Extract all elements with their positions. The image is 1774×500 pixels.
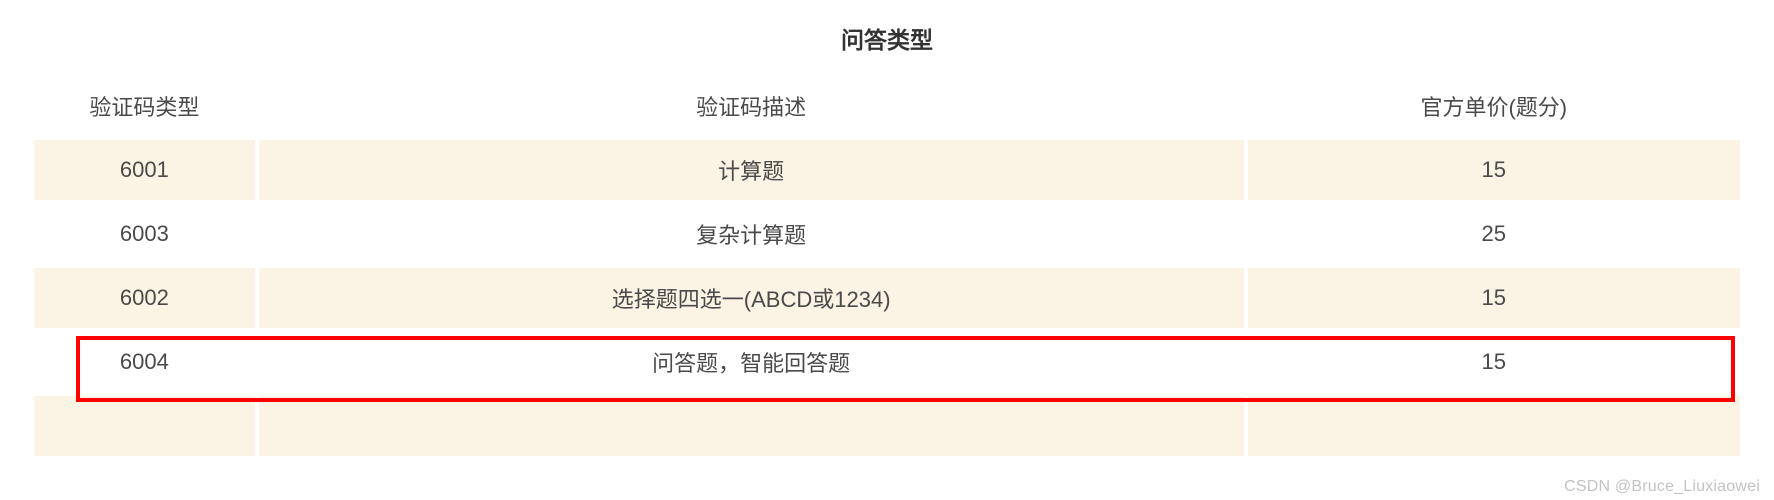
cell-code: 6002	[34, 268, 255, 328]
cell-price: 15	[1248, 268, 1740, 328]
table-title: 问答类型	[34, 4, 1740, 72]
table-row: 6001 计算题 15	[34, 140, 1740, 200]
cell-desc: 计算题	[259, 140, 1244, 200]
cell-price: 25	[1248, 204, 1740, 264]
cell-code: 6003	[34, 204, 255, 264]
cell-desc	[259, 396, 1244, 456]
watermark: CSDN @Bruce_Liuxiaowei	[1564, 478, 1760, 496]
table-row: 6003 复杂计算题 25	[34, 204, 1740, 264]
cell-desc: 问答题，智能回答题	[259, 332, 1244, 392]
col-header-price: 官方单价(题分)	[1248, 76, 1740, 136]
cell-price: 15	[1248, 332, 1740, 392]
table-row: 6002 选择题四选一(ABCD或1234) 15	[34, 268, 1740, 328]
cell-code: 6004	[34, 332, 255, 392]
cell-price	[1248, 396, 1740, 456]
table-row	[34, 396, 1740, 456]
col-header-desc: 验证码描述	[259, 76, 1244, 136]
cell-price: 15	[1248, 140, 1740, 200]
cell-desc: 复杂计算题	[259, 204, 1244, 264]
cell-desc: 选择题四选一(ABCD或1234)	[259, 268, 1244, 328]
qa-type-table: 问答类型 验证码类型 验证码描述 官方单价(题分) 6001 计算题 15 60…	[30, 0, 1744, 460]
table-container: 问答类型 验证码类型 验证码描述 官方单价(题分) 6001 计算题 15 60…	[0, 0, 1774, 460]
table-title-row: 问答类型	[34, 4, 1740, 72]
table-header-row: 验证码类型 验证码描述 官方单价(题分)	[34, 76, 1740, 136]
cell-code	[34, 396, 255, 456]
col-header-code: 验证码类型	[34, 76, 255, 136]
cell-code: 6001	[34, 140, 255, 200]
table-row: 6004 问答题，智能回答题 15	[34, 332, 1740, 392]
